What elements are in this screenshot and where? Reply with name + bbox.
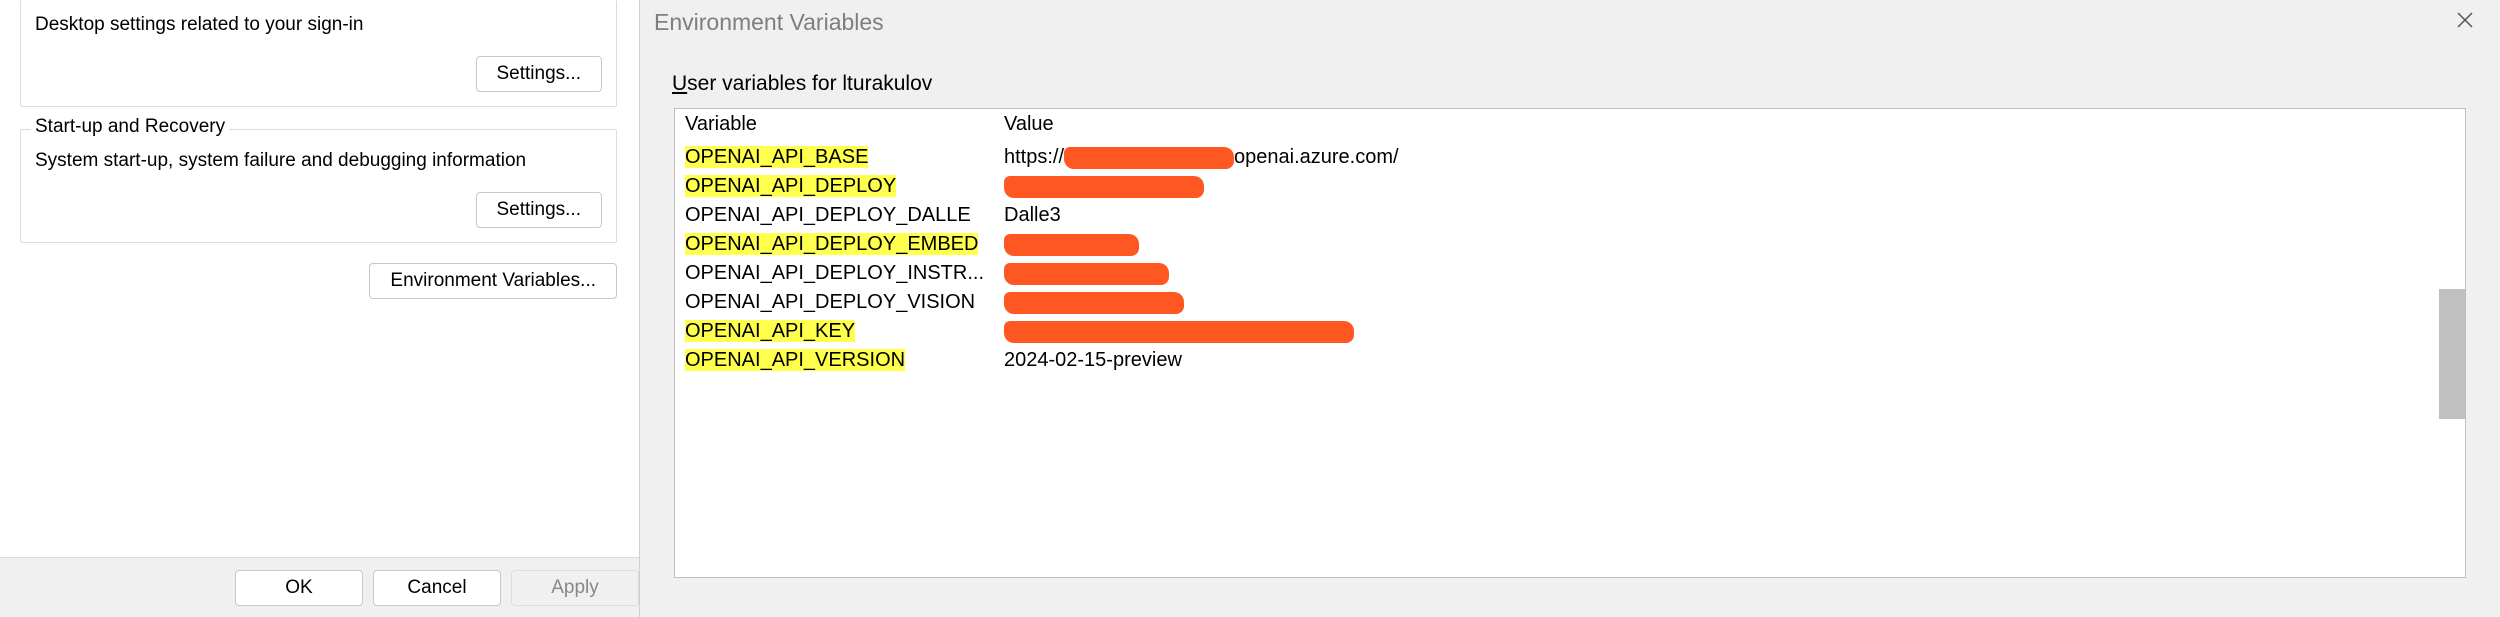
user-profiles-group: Desktop settings related to your sign-in… (20, 0, 617, 107)
redacted-value (1004, 234, 1139, 256)
variable-value: https://openai.azure.com/ (994, 143, 2465, 173)
close-icon[interactable] (2444, 4, 2486, 40)
variable-name: OPENAI_API_VERSION (685, 349, 905, 371)
redacted-value (1064, 147, 1234, 169)
table-row[interactable]: OPENAI_API_DEPLOY (675, 172, 2465, 201)
variable-value (994, 259, 2465, 288)
dialog-titlebar: Environment Variables (640, 0, 2500, 44)
column-header-variable[interactable]: Variable (675, 109, 994, 143)
variable-value (994, 317, 2465, 346)
ok-button[interactable]: OK (235, 570, 363, 606)
dialog-footer: OK Cancel Apply (0, 557, 639, 617)
variable-name: OPENAI_API_BASE (685, 146, 868, 168)
redacted-value (1004, 292, 1184, 314)
apply-button: Apply (511, 570, 639, 606)
startup-recovery-desc: System start-up, system failure and debu… (35, 150, 602, 172)
variable-name: OPENAI_API_DEPLOY_VISION (685, 291, 975, 313)
scrollbar-thumb[interactable] (2439, 289, 2465, 419)
redacted-value (1004, 176, 1204, 198)
user-variables-label: User variables for lturakulov (672, 72, 2500, 96)
user-variables-list[interactable]: Variable Value OPENAI_API_BASE https://op… (674, 108, 2466, 578)
redacted-value (1004, 321, 1354, 343)
table-row[interactable]: OPENAI_API_KEY (675, 317, 2465, 346)
redacted-value (1004, 263, 1169, 285)
table-row[interactable]: OPENAI_API_VERSION 2024-02-15-preview (675, 346, 2465, 375)
table-row[interactable]: OPENAI_API_DEPLOY_INSTR... (675, 259, 2465, 288)
table-row[interactable]: OPENAI_API_BASE https://openai.azure.com/ (675, 143, 2465, 173)
user-profiles-desc: Desktop settings related to your sign-in (35, 14, 602, 36)
variable-value (994, 172, 2465, 201)
variable-name: OPENAI_API_DEPLOY_INSTR... (685, 262, 984, 284)
cancel-button[interactable]: Cancel (373, 570, 501, 606)
system-properties-panel: Desktop settings related to your sign-in… (0, 0, 640, 617)
dialog-title: Environment Variables (654, 9, 884, 36)
table-row[interactable]: OPENAI_API_DEPLOY_DALLE Dalle3 (675, 201, 2465, 230)
variable-name: OPENAI_API_DEPLOY (685, 175, 896, 197)
startup-recovery-settings-button[interactable]: Settings... (476, 192, 603, 228)
table-row[interactable]: OPENAI_API_DEPLOY_VISION (675, 288, 2465, 317)
variable-value (994, 230, 2465, 259)
variable-name: OPENAI_API_DEPLOY_DALLE (685, 204, 971, 226)
startup-recovery-group: Start-up and Recovery System start-up, s… (20, 129, 617, 243)
variable-value (994, 288, 2465, 317)
variable-name: OPENAI_API_DEPLOY_EMBED (685, 233, 978, 255)
variable-value: Dalle3 (994, 201, 2465, 230)
user-profiles-settings-button[interactable]: Settings... (476, 56, 603, 92)
startup-recovery-title: Start-up and Recovery (31, 116, 229, 138)
environment-variables-button[interactable]: Environment Variables... (369, 263, 617, 299)
variable-name: OPENAI_API_KEY (685, 320, 855, 342)
table-row[interactable]: OPENAI_API_DEPLOY_EMBED (675, 230, 2465, 259)
environment-variables-dialog: Environment Variables User variables for… (640, 0, 2500, 617)
column-header-value[interactable]: Value (994, 109, 2465, 143)
variable-value: 2024-02-15-preview (994, 346, 2465, 375)
